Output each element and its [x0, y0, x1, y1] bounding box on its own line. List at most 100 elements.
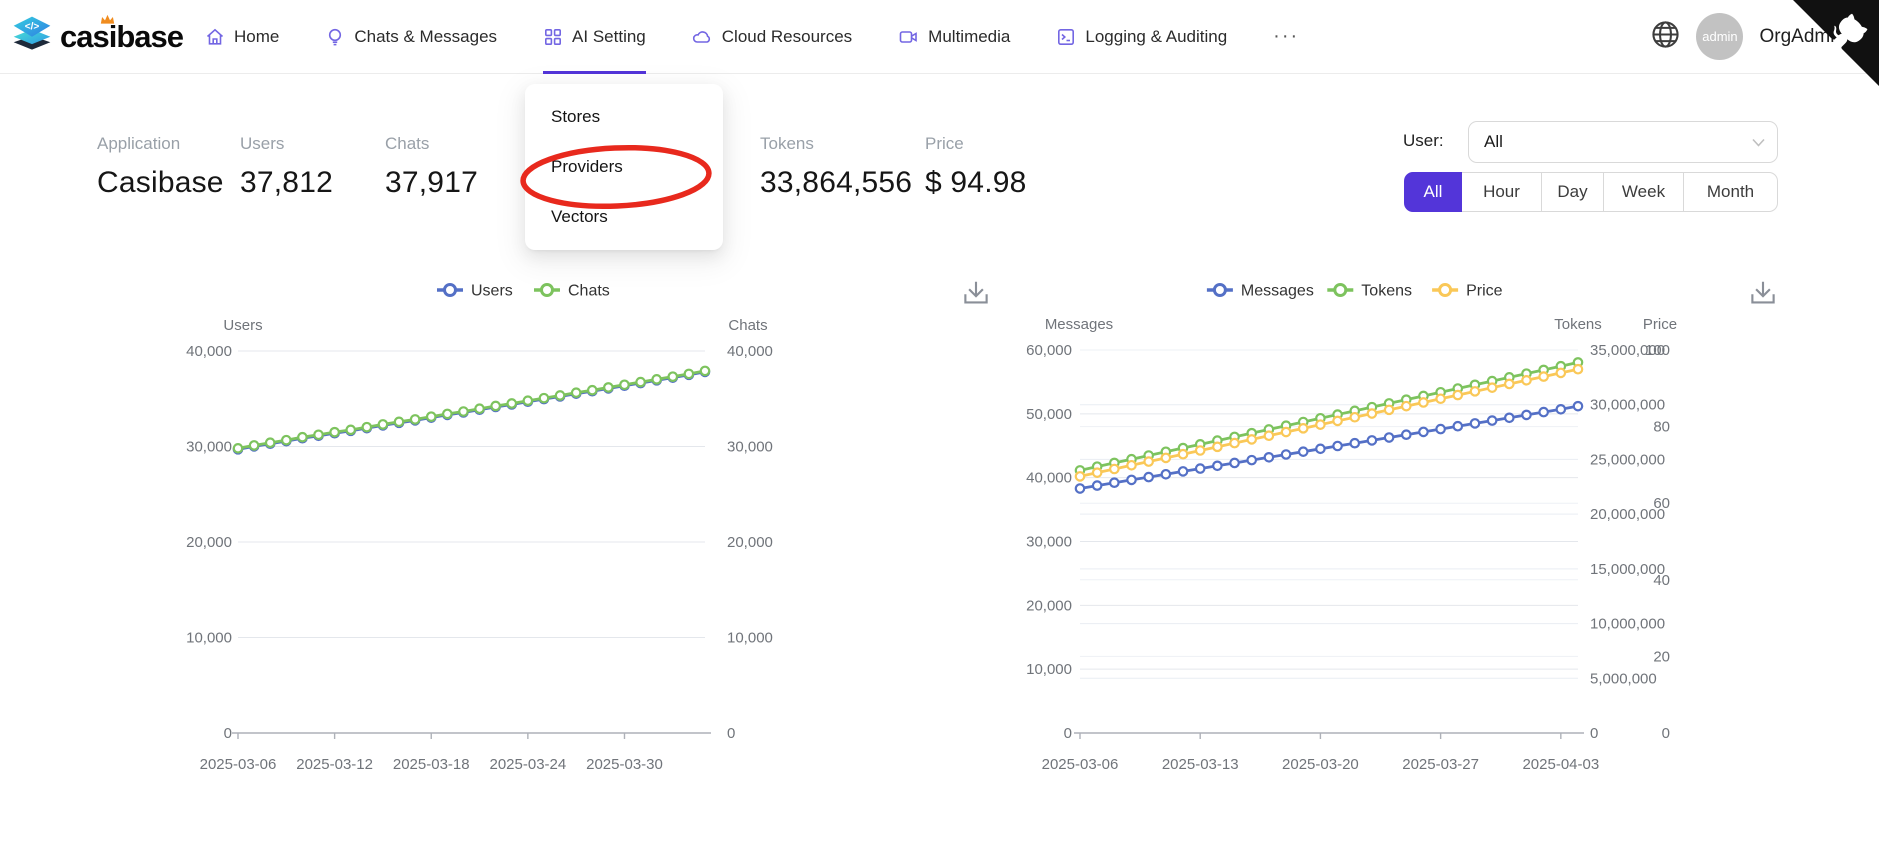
svg-text:2025-03-06: 2025-03-06	[1042, 756, 1119, 773]
brand-crown-icon	[100, 12, 115, 30]
svg-text:20,000: 20,000	[1026, 597, 1072, 614]
cloud-icon	[692, 27, 713, 47]
navbar: </> casibase Home Chats & Messages AI Sett…	[0, 0, 1879, 74]
range-button-day[interactable]: Day	[1542, 172, 1604, 212]
user-filter-label: User:	[1403, 131, 1444, 151]
svg-text:2025-03-24: 2025-03-24	[489, 756, 566, 773]
stat-tokens: Tokens33,864,556	[760, 134, 912, 200]
svg-text:20,000: 20,000	[186, 534, 232, 551]
svg-text:2025-03-13: 2025-03-13	[1162, 756, 1239, 773]
range-button-all[interactable]: All	[1404, 172, 1462, 212]
nav-item-label: Cloud Resources	[722, 27, 852, 47]
axis-title-price: Price	[1643, 316, 1677, 333]
svg-text:2025-03-12: 2025-03-12	[296, 756, 373, 773]
stat-chats: Chats 37,917	[385, 134, 478, 200]
svg-text:5,000,000: 5,000,000	[1590, 670, 1657, 687]
range-button-month[interactable]: Month	[1684, 172, 1778, 212]
legend-item-chats[interactable]: Chats	[534, 283, 610, 300]
stat-label: Chats	[385, 134, 478, 154]
casibase-logo-icon: </>	[10, 12, 54, 61]
range-button-week[interactable]: Week	[1604, 172, 1684, 212]
stat-value: 37,917	[385, 166, 478, 200]
brand[interactable]: </> casibase	[10, 12, 183, 61]
menu-item-providers[interactable]: Providers	[525, 142, 723, 192]
svg-text:2025-03-20: 2025-03-20	[1282, 756, 1359, 773]
ai-setting-dropdown: StoresProvidersVectors	[525, 84, 723, 250]
svg-text:2025-03-27: 2025-03-27	[1402, 756, 1479, 773]
nav-item-label: Multimedia	[928, 27, 1010, 47]
nav-menu: Home Chats & Messages AI Setting Cloud Reso…	[205, 0, 1299, 74]
svg-text:20: 20	[1653, 648, 1670, 665]
user-select-value: All	[1484, 132, 1752, 152]
svg-text:Messages: Messages	[1241, 283, 1314, 300]
svg-text:0: 0	[1064, 725, 1072, 742]
stat-price: Price $ 94.98	[925, 134, 1027, 200]
legend-item-tokens[interactable]: Tokens	[1327, 283, 1412, 300]
svg-text:50,000: 50,000	[1026, 406, 1072, 423]
svg-text:0: 0	[727, 725, 735, 742]
svg-text:80: 80	[1653, 419, 1670, 436]
stat-value: 37,812	[240, 166, 333, 200]
stat-label: Price	[925, 134, 1027, 154]
svg-text:2025-03-18: 2025-03-18	[393, 756, 470, 773]
svg-text:20,000: 20,000	[727, 534, 773, 551]
stat-users: Users 37,812	[240, 134, 333, 200]
legend-item-price[interactable]: Price	[1432, 283, 1503, 300]
nav-item-home[interactable]: Home	[205, 0, 279, 74]
nav-item-label: AI Setting	[572, 27, 646, 47]
range-button-hour[interactable]: Hour	[1462, 172, 1542, 212]
language-globe-icon[interactable]	[1651, 20, 1680, 54]
svg-text:2025-03-30: 2025-03-30	[586, 756, 663, 773]
select-chevron-icon	[1752, 132, 1765, 152]
legend-item-messages[interactable]: Messages	[1207, 283, 1314, 300]
nav-item-label: Logging & Auditing	[1085, 27, 1227, 47]
page: </> casibase Home Chats & Messages AI Sett…	[0, 0, 1879, 841]
axis-title-messages: Messages	[1045, 316, 1113, 333]
nav-item-logging-auditing[interactable]: Logging & Auditing	[1056, 0, 1227, 74]
avatar[interactable]: admin	[1696, 13, 1743, 60]
svg-text:30,000: 30,000	[186, 439, 232, 456]
messages-tokens-price-chart: 2025-03-06 2025-03-13 2025-03-20 2025-03-27…	[1008, 258, 1823, 798]
svg-text:60: 60	[1653, 495, 1670, 512]
svg-text:30,000: 30,000	[727, 439, 773, 456]
svg-text:0: 0	[1590, 725, 1598, 742]
svg-text:10,000: 10,000	[727, 630, 773, 647]
svg-text:10,000: 10,000	[186, 630, 232, 647]
svg-text:Price: Price	[1466, 283, 1503, 300]
svg-text:Tokens: Tokens	[1361, 283, 1412, 300]
stat-label: Application	[97, 134, 224, 154]
nav-item-cloud-resources[interactable]: Cloud Resources	[692, 0, 852, 74]
svg-text:Users: Users	[471, 283, 513, 300]
stat-application: ApplicationCasibase	[97, 134, 224, 200]
nav-item-multimedia[interactable]: Multimedia	[898, 0, 1010, 74]
grid-icon	[543, 27, 563, 47]
svg-text:2025-03-06: 2025-03-06	[200, 756, 277, 773]
svg-text:30,000: 30,000	[1026, 534, 1072, 551]
users-chats-chart: 2025-03-06 2025-03-12 2025-03-18 2025-03-24…	[150, 258, 1030, 798]
legend-item-users[interactable]: Users	[437, 283, 513, 300]
nav-more-button[interactable]: ···	[1273, 0, 1299, 74]
svg-text:40,000: 40,000	[727, 343, 773, 360]
github-corner-ribbon[interactable]	[1793, 0, 1879, 86]
nav-item-ai-setting[interactable]: AI Setting	[543, 0, 646, 74]
bulb-icon	[325, 27, 345, 47]
svg-text:0: 0	[1662, 725, 1670, 742]
stat-value: 33,864,556	[760, 166, 912, 200]
menu-item-stores[interactable]: Stores	[525, 92, 723, 142]
svg-text:</>: </>	[25, 21, 40, 32]
download-chart-left-icon[interactable]	[958, 276, 994, 312]
menu-item-vectors[interactable]: Vectors	[525, 192, 723, 242]
axis-title-tokens: Tokens	[1554, 316, 1602, 333]
nav-item-chats-messages[interactable]: Chats & Messages	[325, 0, 497, 74]
svg-text:10,000,000: 10,000,000	[1590, 616, 1665, 633]
stat-value: $ 94.98	[925, 166, 1027, 200]
user-select[interactable]: All	[1468, 121, 1778, 163]
svg-text:100: 100	[1645, 342, 1670, 359]
nav-item-label: Home	[234, 27, 279, 47]
stat-label: Users	[240, 134, 333, 154]
svg-text:30,000,000: 30,000,000	[1590, 397, 1665, 414]
svg-text:40: 40	[1653, 572, 1670, 589]
download-chart-right-icon[interactable]	[1745, 276, 1781, 312]
svg-text:60,000: 60,000	[1026, 342, 1072, 359]
svg-text:10,000: 10,000	[1026, 661, 1072, 678]
